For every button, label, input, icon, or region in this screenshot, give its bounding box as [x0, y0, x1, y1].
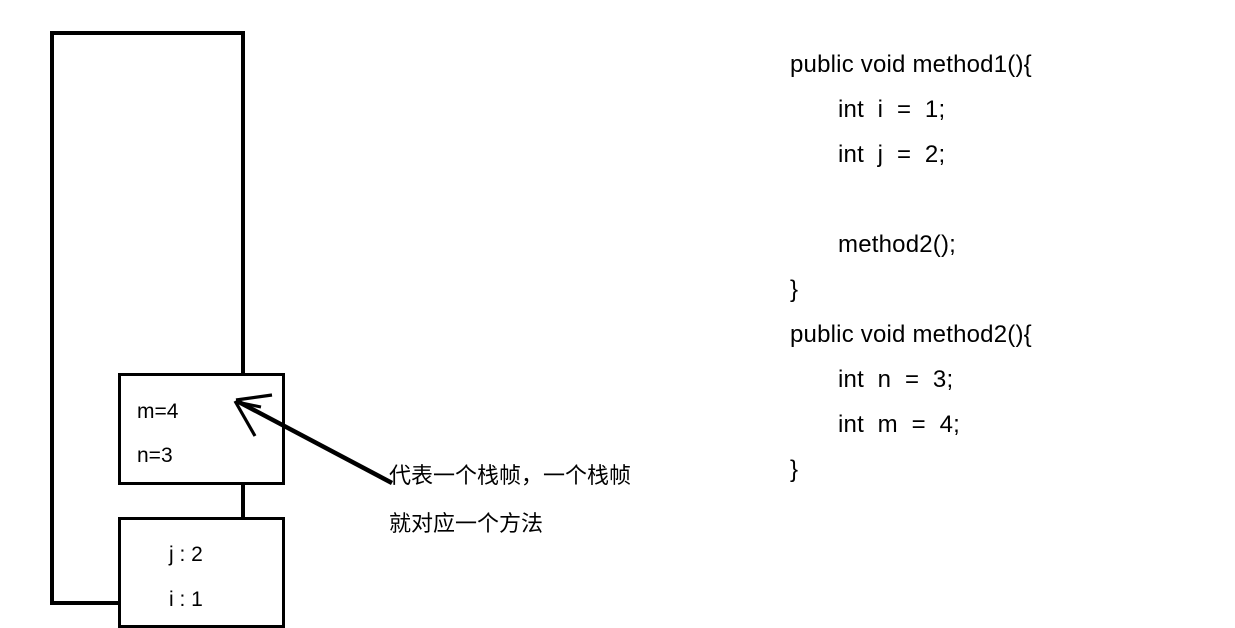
annotation-line-1: 代表一个栈帧，一个栈帧: [389, 463, 632, 488]
stack-container: m=4 n=3 j : 2 i : 1: [50, 31, 285, 628]
code-line-6: }: [790, 276, 799, 303]
code-line-9: int m = 4;: [838, 411, 960, 438]
frame-lower-line-1: j : 2: [169, 543, 203, 566]
annotation-text: 代表一个栈帧，一个栈帧 就对应一个方法: [389, 452, 719, 548]
code-line-7: public void method2(){: [790, 321, 1032, 348]
frame-upper-line-1: m=4: [137, 400, 179, 423]
code-line-5: method2();: [838, 231, 957, 258]
frame-upper-line-2: n=3: [137, 444, 173, 467]
code-line-10: }: [790, 456, 799, 483]
code-listing: public void method1(){ int i = 1; int j …: [790, 42, 1210, 492]
code-line-3: int j = 2;: [838, 141, 946, 168]
annotation-arrow-icon: [233, 393, 394, 485]
code-line-2: int i = 1;: [838, 96, 946, 123]
code-line-1: public void method1(){: [790, 51, 1032, 78]
annotation-line-2: 就对应一个方法: [389, 511, 544, 536]
stack-frame-lower: j : 2 i : 1: [118, 517, 285, 628]
frame-lower-line-2: i : 1: [169, 588, 203, 611]
code-line-8: int n = 3;: [838, 366, 954, 393]
stack-diagram: m=4 n=3 j : 2 i : 1 代表一个栈帧，一个栈帧 就对应一个方法: [0, 0, 631, 628]
